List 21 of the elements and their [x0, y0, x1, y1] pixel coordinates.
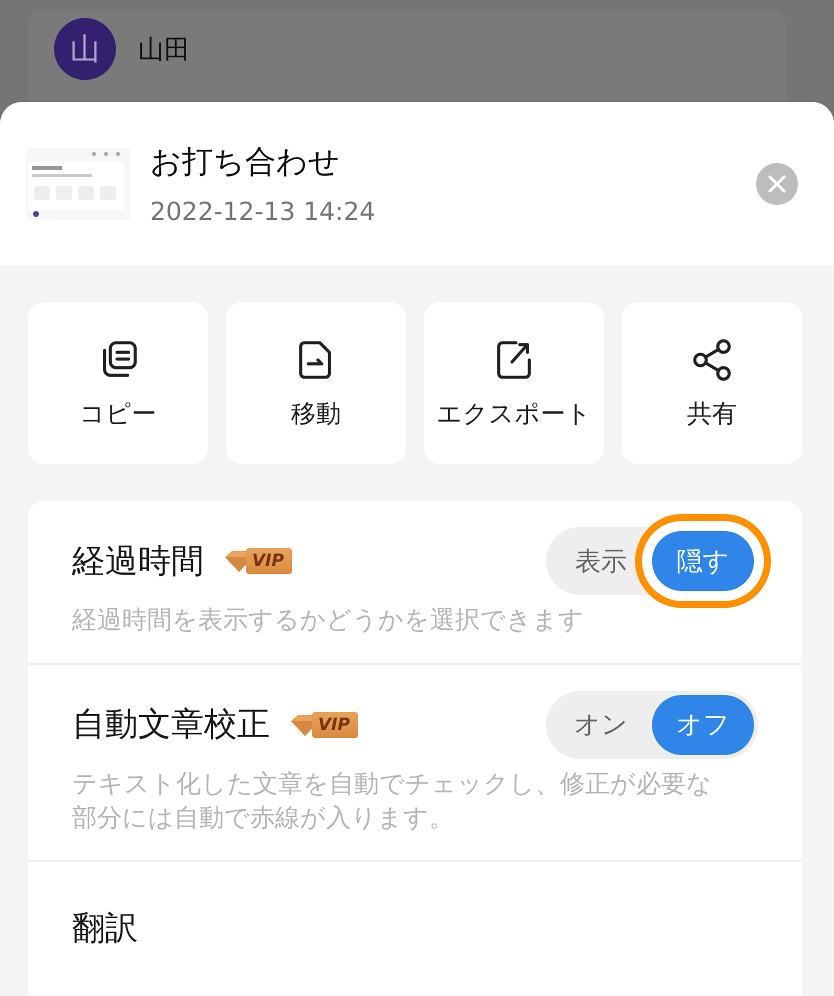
toggle-option[interactable]: 隠す — [652, 531, 754, 591]
setting-label: 自動文章校正 — [72, 703, 270, 746]
toggle-option[interactable]: オフ — [652, 694, 754, 755]
close-icon — [767, 174, 787, 194]
note-date: 2022-12-13 14:24 — [150, 197, 376, 226]
toggle-option[interactable]: 表示 — [550, 531, 652, 591]
setting-description: テキスト化した文章を自動でチェックし、修正が必要な部分には自動で赤線が入ります。 — [72, 768, 713, 834]
setting-label: 経過時間 — [72, 540, 204, 582]
note-title: お打ち合わせ — [150, 143, 341, 182]
action-button[interactable]: 移動 — [226, 302, 406, 464]
vip-badge: VIP — [246, 548, 292, 574]
toggle-option[interactable]: オン — [550, 694, 652, 755]
close-button[interactable] — [756, 162, 798, 204]
action-button[interactable]: エクスポート — [424, 302, 604, 464]
setting-description: 経過時間を表示するかどうかを選択できます — [72, 604, 585, 636]
vip-badge: VIP — [312, 712, 358, 738]
setting-label[interactable]: 翻訳 — [72, 908, 138, 948]
action-button[interactable]: コピー — [28, 302, 208, 464]
action-button[interactable]: 共有 — [622, 302, 802, 464]
avatar: 山 — [54, 18, 116, 80]
author-name: 山田 — [138, 34, 190, 66]
